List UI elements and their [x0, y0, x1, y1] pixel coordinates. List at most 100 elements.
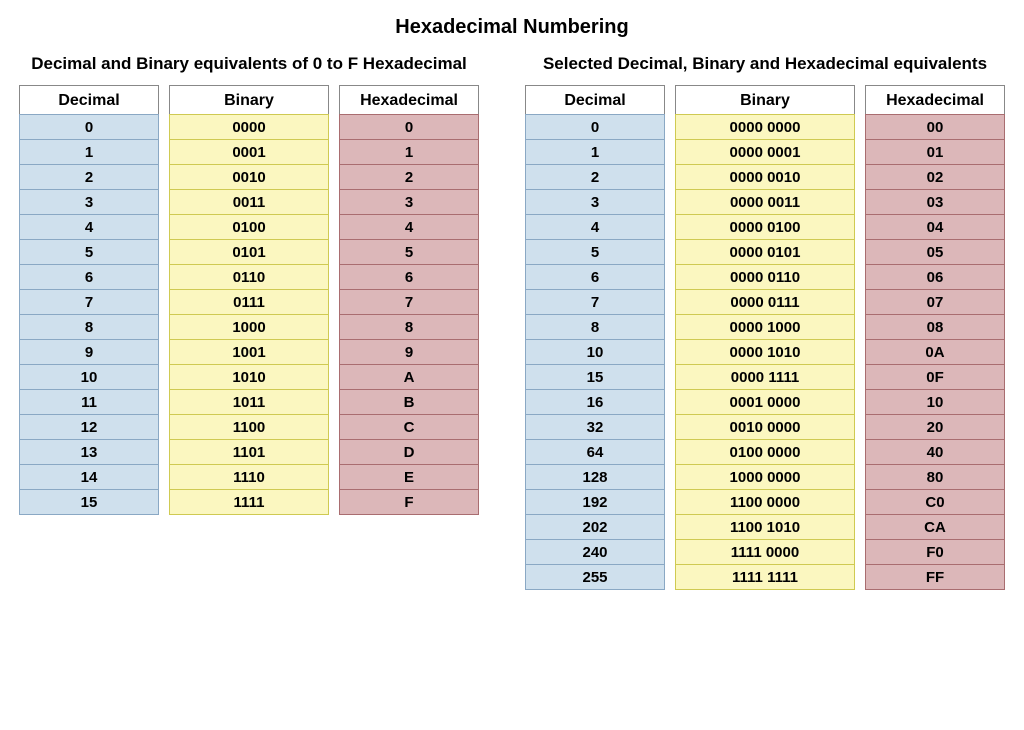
left-header-hex: Hexadecimal	[339, 85, 479, 115]
table-cell-binary: 0000 1111	[675, 364, 855, 390]
table-cell-hex: 1	[339, 139, 479, 165]
table-cell-decimal: 11	[19, 389, 159, 415]
left-header-decimal: Decimal	[19, 85, 159, 115]
table-cell-binary: 1101	[169, 439, 329, 465]
table-cell-decimal: 2	[19, 164, 159, 190]
table-cell-decimal: 192	[525, 489, 665, 515]
table-cell-hex: 2	[339, 164, 479, 190]
table-cell-binary: 0000 0001	[675, 139, 855, 165]
table-cell-hex: 0F	[865, 364, 1005, 390]
table-cell-binary: 0100 0000	[675, 439, 855, 465]
table-cell-hex: F	[339, 489, 479, 515]
table-cell-decimal: 5	[19, 239, 159, 265]
table-cell-decimal: 240	[525, 539, 665, 565]
table-cell-binary: 1111 0000	[675, 539, 855, 565]
table-cell-hex: C0	[865, 489, 1005, 515]
table-cell-binary: 1010	[169, 364, 329, 390]
left-header-binary: Binary	[169, 85, 329, 115]
table-cell-binary: 0000 0110	[675, 264, 855, 290]
table-cell-decimal: 1	[19, 139, 159, 165]
tables-row: Decimal and Binary equivalents of 0 to F…	[20, 53, 1004, 590]
table-cell-hex: 01	[865, 139, 1005, 165]
table-cell-decimal: 8	[19, 314, 159, 340]
table-cell-hex: 5	[339, 239, 479, 265]
table-cell-decimal: 64	[525, 439, 665, 465]
table-cell-hex: 05	[865, 239, 1005, 265]
table-cell-hex: 02	[865, 164, 1005, 190]
table-cell-binary: 1011	[169, 389, 329, 415]
table-cell-hex: C	[339, 414, 479, 440]
table-cell-hex: A	[339, 364, 479, 390]
table-cell-binary: 1100 1010	[675, 514, 855, 540]
right-col-decimal: Decimal 01234567810151632641281922022402…	[525, 85, 665, 590]
table-cell-hex: 03	[865, 189, 1005, 215]
table-cell-hex: D	[339, 439, 479, 465]
table-cell-decimal: 2	[525, 164, 665, 190]
table-cell-hex: 0	[339, 114, 479, 140]
table-cell-hex: FF	[865, 564, 1005, 590]
table-cell-hex: 80	[865, 464, 1005, 490]
table-cell-decimal: 16	[525, 389, 665, 415]
table-cell-binary: 0001 0000	[675, 389, 855, 415]
table-cell-decimal: 7	[525, 289, 665, 315]
table-cell-binary: 1111 1111	[675, 564, 855, 590]
table-cell-binary: 0110	[169, 264, 329, 290]
table-right: Selected Decimal, Binary and Hexadecimal…	[525, 53, 1005, 590]
table-cell-hex: 40	[865, 439, 1005, 465]
table-cell-binary: 0000	[169, 114, 329, 140]
table-left: Decimal and Binary equivalents of 0 to F…	[19, 53, 479, 515]
table-cell-binary: 0000 0010	[675, 164, 855, 190]
table-cell-hex: B	[339, 389, 479, 415]
table-cell-hex: F0	[865, 539, 1005, 565]
table-cell-decimal: 13	[19, 439, 159, 465]
left-col-decimal: Decimal 0123456789101112131415	[19, 85, 159, 515]
table-cell-hex: 20	[865, 414, 1005, 440]
left-col-binary: Binary 000000010010001101000101011001111…	[169, 85, 329, 515]
table-cell-decimal: 1	[525, 139, 665, 165]
table-cell-decimal: 202	[525, 514, 665, 540]
table-cell-binary: 1000	[169, 314, 329, 340]
table-cell-hex: 4	[339, 214, 479, 240]
table-cell-hex: 6	[339, 264, 479, 290]
table-cell-hex: 8	[339, 314, 479, 340]
table-cell-decimal: 0	[525, 114, 665, 140]
table-cell-decimal: 4	[525, 214, 665, 240]
table-cell-binary: 0001	[169, 139, 329, 165]
table-cell-decimal: 4	[19, 214, 159, 240]
table-cell-hex: 00	[865, 114, 1005, 140]
table-cell-hex: 07	[865, 289, 1005, 315]
table-cell-decimal: 3	[525, 189, 665, 215]
table-left-subtitle: Decimal and Binary equivalents of 0 to F…	[31, 53, 467, 75]
right-col-binary: Binary 0000 00000000 00010000 00100000 0…	[675, 85, 855, 590]
table-cell-binary: 0000 0100	[675, 214, 855, 240]
table-cell-hex: 7	[339, 289, 479, 315]
table-cell-decimal: 32	[525, 414, 665, 440]
table-cell-binary: 0000 0101	[675, 239, 855, 265]
table-cell-binary: 1001	[169, 339, 329, 365]
table-cell-hex: 10	[865, 389, 1005, 415]
table-cell-hex: 04	[865, 214, 1005, 240]
table-cell-decimal: 7	[19, 289, 159, 315]
table-cell-binary: 1100	[169, 414, 329, 440]
table-cell-binary: 1100 0000	[675, 489, 855, 515]
table-cell-binary: 1111	[169, 489, 329, 515]
table-cell-decimal: 14	[19, 464, 159, 490]
table-cell-decimal: 3	[19, 189, 159, 215]
table-cell-decimal: 6	[19, 264, 159, 290]
table-cell-binary: 0000 0011	[675, 189, 855, 215]
table-cell-binary: 0010	[169, 164, 329, 190]
table-cell-binary: 0000 1000	[675, 314, 855, 340]
right-header-binary: Binary	[675, 85, 855, 115]
table-cell-decimal: 10	[19, 364, 159, 390]
table-cell-decimal: 8	[525, 314, 665, 340]
table-cell-decimal: 12	[19, 414, 159, 440]
table-cell-hex: E	[339, 464, 479, 490]
right-header-decimal: Decimal	[525, 85, 665, 115]
table-cell-hex: 3	[339, 189, 479, 215]
table-cell-binary: 0101	[169, 239, 329, 265]
table-cell-binary: 0010 0000	[675, 414, 855, 440]
table-cell-decimal: 15	[525, 364, 665, 390]
table-cell-decimal: 10	[525, 339, 665, 365]
table-cell-binary: 0000 1010	[675, 339, 855, 365]
table-cell-hex: 06	[865, 264, 1005, 290]
